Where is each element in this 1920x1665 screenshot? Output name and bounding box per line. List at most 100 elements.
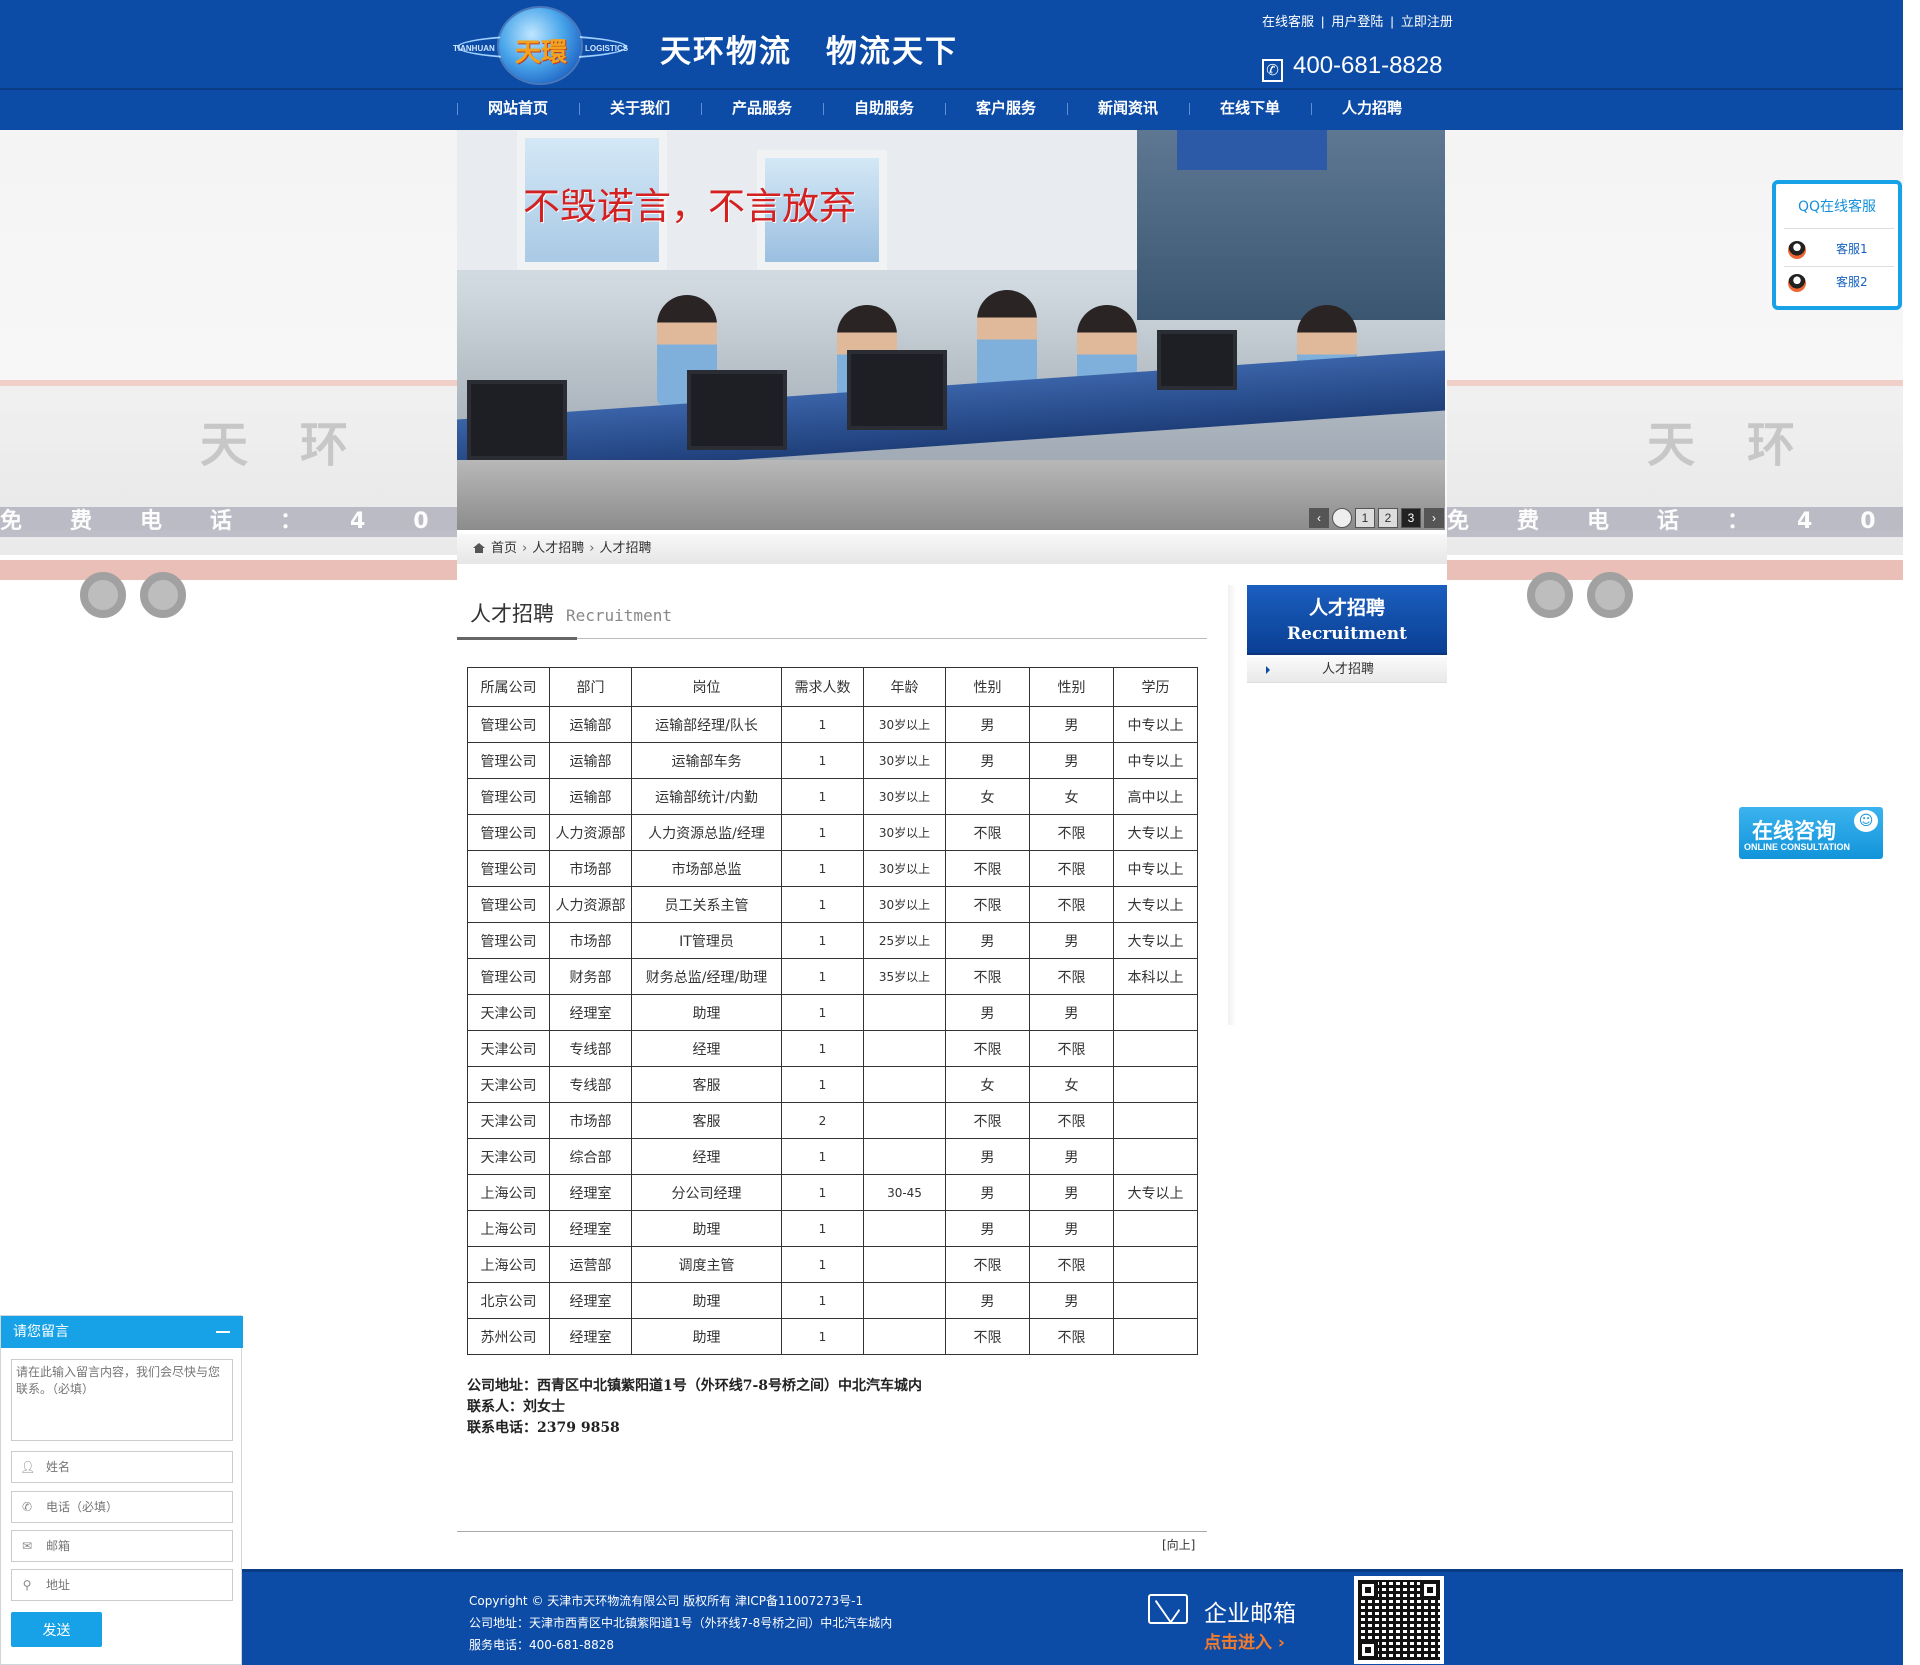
table-cell bbox=[1113, 1318, 1198, 1355]
link-separator: | bbox=[1321, 14, 1325, 29]
table-cell: 女 bbox=[1029, 1066, 1114, 1103]
triangle-right-icon bbox=[1266, 666, 1270, 674]
table-cell: 25岁以上 bbox=[863, 922, 946, 959]
slide-next-button[interactable]: › bbox=[1424, 508, 1444, 528]
nav-item-recruitment[interactable]: 人力招聘 bbox=[1311, 90, 1433, 130]
table-cell: 不限 bbox=[945, 1318, 1030, 1355]
table-cell: 管理公司 bbox=[467, 850, 550, 887]
table-cell: 调度主管 bbox=[631, 1246, 782, 1283]
email-input[interactable] bbox=[46, 1535, 226, 1557]
message-textarea[interactable] bbox=[11, 1359, 233, 1441]
qq-penguin-icon bbox=[1788, 274, 1806, 292]
truck-strip: 免费电话：40 bbox=[1447, 507, 1903, 537]
main-nav: 网站首页 关于我们 产品服务 自助服务 客户服务 新闻资讯 在线下单 人力招聘 bbox=[0, 90, 1903, 130]
enterprise-mail-link[interactable]: 企业邮箱 点击进入 › bbox=[1146, 1584, 1306, 1654]
table-row: 天津公司 专线部 经理 1 不限 不限 bbox=[467, 1030, 1198, 1067]
table-cell bbox=[863, 1138, 946, 1175]
table-cell: 不限 bbox=[945, 1102, 1030, 1139]
nav-item-online-order[interactable]: 在线下单 bbox=[1189, 90, 1311, 130]
table-cell bbox=[1113, 1246, 1198, 1283]
table-cell bbox=[863, 1318, 946, 1355]
slide-play-button[interactable] bbox=[1332, 508, 1352, 528]
consult-label-en: ONLINE CONSULTATION bbox=[1744, 842, 1850, 852]
breadcrumb-home[interactable]: 首页 bbox=[491, 541, 517, 556]
table-cell: 1 bbox=[781, 850, 864, 887]
table-cell: 管理公司 bbox=[467, 886, 550, 923]
column-header: 岗位 bbox=[631, 667, 782, 707]
table-cell: 天津公司 bbox=[467, 1066, 550, 1103]
register-link[interactable]: 立即注册 bbox=[1401, 14, 1453, 29]
table-cell: 30-45 bbox=[863, 1174, 946, 1211]
minimize-icon[interactable] bbox=[216, 1331, 230, 1333]
nav-item-products[interactable]: 产品服务 bbox=[701, 90, 823, 130]
table-cell: 30岁以上 bbox=[863, 850, 946, 887]
user-login-link[interactable]: 用户登陆 bbox=[1331, 14, 1383, 29]
name-field[interactable]: 👤︎ bbox=[11, 1451, 233, 1483]
phone-input[interactable] bbox=[46, 1496, 226, 1518]
mail-icon bbox=[1148, 1594, 1188, 1624]
table-cell bbox=[863, 1030, 946, 1067]
sidebar-title-en: Recruitment bbox=[1287, 624, 1407, 644]
slogan-part-2: 物流天下 bbox=[826, 34, 958, 70]
message-header[interactable]: 请您留言 bbox=[1, 1316, 243, 1348]
qr-finder bbox=[1358, 1640, 1378, 1660]
breadcrumb-separator: › bbox=[522, 541, 528, 556]
table-cell bbox=[1113, 1138, 1198, 1175]
slide-prev-button[interactable]: ‹ bbox=[1309, 508, 1329, 528]
slide-dot-1[interactable]: 1 bbox=[1355, 508, 1375, 528]
site-logo[interactable]: 天環 TIANHUAN LOGISTICS bbox=[453, 8, 631, 86]
table-cell: 运输部 bbox=[549, 778, 632, 815]
nav-item-home[interactable]: 网站首页 bbox=[457, 90, 579, 130]
table-row: 天津公司 专线部 客服 1 女女 bbox=[467, 1066, 1198, 1103]
name-input[interactable] bbox=[46, 1456, 226, 1478]
table-cell: 不限 bbox=[945, 850, 1030, 887]
qq-agent-2[interactable]: 客服2 bbox=[1784, 266, 1894, 296]
email-field[interactable]: ✉ bbox=[11, 1530, 233, 1562]
nav-item-about[interactable]: 关于我们 bbox=[579, 90, 701, 130]
phone-field[interactable]: ✆ bbox=[11, 1491, 233, 1523]
truck-wheel bbox=[1587, 572, 1633, 618]
slide-dot-2[interactable]: 2 bbox=[1378, 508, 1398, 528]
banner-slide[interactable]: 不毁诺言，不言放弃 bbox=[457, 130, 1445, 530]
slide-sign bbox=[1177, 130, 1327, 170]
slide-monitor bbox=[687, 370, 787, 450]
table-cell: 1 bbox=[781, 1246, 864, 1283]
online-service-link[interactable]: 在线客服 bbox=[1262, 14, 1314, 29]
sidebar-item-recruitment[interactable]: 人才招聘 bbox=[1247, 657, 1447, 683]
table-cell: 专线部 bbox=[549, 1030, 632, 1067]
table-cell: 1 bbox=[781, 1066, 864, 1103]
table-cell: 中专以上 bbox=[1113, 742, 1198, 779]
scrollbar-gutter bbox=[1903, 0, 1920, 1665]
table-row: 管理公司 市场部 IT管理员 1 25岁以上男男大专以上 bbox=[467, 922, 1198, 959]
online-consultation-button[interactable]: 在线咨询 ONLINE CONSULTATION ☺ bbox=[1739, 807, 1883, 859]
table-cell: 管理公司 bbox=[467, 742, 550, 779]
slide-monitor bbox=[847, 350, 947, 430]
site-header: 天環 TIANHUAN LOGISTICS 天环物流 物流天下 在线客服 | 用户登陆… bbox=[0, 0, 1903, 88]
nav-item-customer-service[interactable]: 客户服务 bbox=[945, 90, 1067, 130]
nav-item-news[interactable]: 新闻资讯 bbox=[1067, 90, 1189, 130]
table-row: 管理公司 人力资源部 人力资源总监/经理 1 30岁以上 不限 不限 大专以上 bbox=[467, 814, 1198, 851]
consult-label-cn: 在线咨询 bbox=[1752, 819, 1836, 843]
sidebar-shadow bbox=[1228, 585, 1236, 1025]
table-cell bbox=[1113, 1066, 1198, 1103]
back-to-top-link[interactable]: [向上] bbox=[1162, 1536, 1195, 1553]
table-cell: 中专以上 bbox=[1113, 850, 1198, 887]
table-cell: 30岁以上 bbox=[863, 706, 946, 743]
slide-dot-3[interactable]: 3 bbox=[1401, 508, 1421, 528]
nav-item-self-service[interactable]: 自助服务 bbox=[823, 90, 945, 130]
qq-agent-1[interactable]: 客服1 bbox=[1784, 234, 1894, 264]
breadcrumb-recruitment[interactable]: 人才招聘 bbox=[532, 541, 584, 556]
table-cell: 不限 bbox=[945, 958, 1030, 995]
hotline-number: 400-681-8828 bbox=[1293, 52, 1443, 79]
table-cell: 管理公司 bbox=[467, 778, 550, 815]
truck-lettering: 天环 bbox=[200, 417, 401, 473]
table-cell: 苏州公司 bbox=[467, 1318, 550, 1355]
table-cell: 1 bbox=[781, 1282, 864, 1319]
table-cell: 运输部车务 bbox=[631, 742, 782, 779]
slide-controls: ‹ 1 2 3 › bbox=[1309, 508, 1444, 528]
address-input[interactable] bbox=[46, 1574, 226, 1596]
table-row: 天津公司 市场部 客服 2 不限 不限 bbox=[467, 1102, 1198, 1139]
address-field[interactable]: ⚲ bbox=[11, 1569, 233, 1601]
truck-chassis bbox=[0, 560, 457, 580]
send-button[interactable]: 发送 bbox=[11, 1612, 102, 1647]
